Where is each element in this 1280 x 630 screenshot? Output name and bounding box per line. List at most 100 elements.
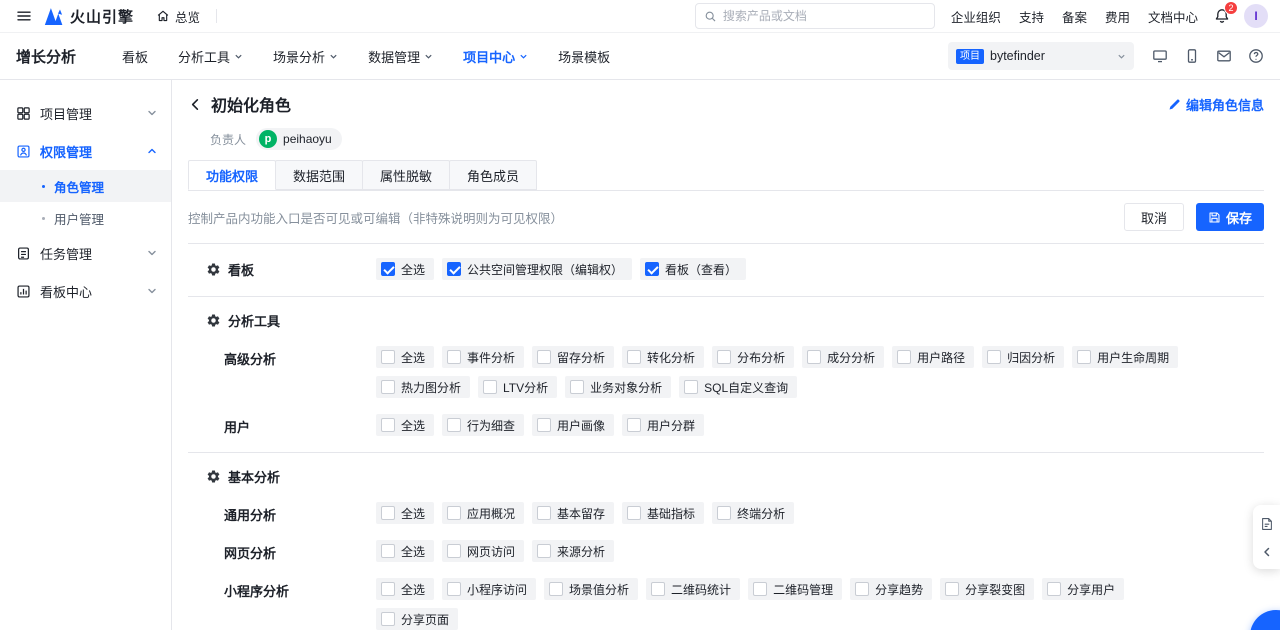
permission-checkbox[interactable]: 全选 (376, 414, 434, 436)
topbar-link[interactable]: 企业组织 (951, 7, 1001, 26)
checkbox-row: 全选 小程序访问 场景值分析 二维码统计二维码管理分享趋势分享裂变图分享用户 (376, 578, 1124, 600)
nav-item[interactable]: 场景模板 (558, 47, 610, 66)
nav-item[interactable]: 项目中心 (463, 47, 528, 66)
chart-icon (16, 284, 31, 299)
checkbox-icon (381, 380, 395, 394)
permission-checkbox[interactable]: 二维码管理 (748, 578, 842, 600)
checkbox-icon (537, 544, 551, 558)
nav-item[interactable]: 数据管理 (368, 47, 433, 66)
edit-role-link[interactable]: 编辑角色信息 (1168, 95, 1264, 114)
back-button[interactable] (188, 97, 203, 112)
user-avatar[interactable]: I (1244, 4, 1268, 28)
permission-checkbox[interactable]: 看板（查看） (640, 258, 746, 280)
permission-checkbox[interactable]: 留存分析 (532, 346, 614, 368)
tab[interactable]: 角色成员 (449, 160, 537, 190)
sidebar-subitem-label: 角色管理 (54, 177, 104, 196)
tab[interactable]: 属性脱敏 (362, 160, 450, 190)
nav-item[interactable]: 场景分析 (273, 47, 338, 66)
permission-checkbox[interactable]: 应用概况 (442, 502, 524, 524)
permission-checkbox[interactable]: 行为细查 (442, 414, 524, 436)
permission-checkbox[interactable]: 全选 (376, 578, 434, 600)
permission-checkbox[interactable]: 基本留存 (532, 502, 614, 524)
nav-item[interactable]: 看板 (122, 47, 148, 66)
tab[interactable]: 功能权限 (188, 160, 276, 190)
permission-checkbox[interactable]: 分享趋势 (850, 578, 932, 600)
permission-checkbox[interactable]: 分布分析 (712, 346, 794, 368)
permission-checkbox[interactable]: 全选 (376, 540, 434, 562)
search-input[interactable] (723, 9, 926, 23)
permission-checkbox[interactable]: 二维码统计 (646, 578, 740, 600)
volcano-engine-logo[interactable]: 火山引擎 (44, 6, 134, 27)
collapse-arrow-icon[interactable] (1262, 547, 1272, 557)
checkbox-checked-icon (447, 262, 461, 276)
permission-checkbox[interactable]: 转化分析 (622, 346, 704, 368)
permission-checkbox[interactable]: 归因分析 (982, 346, 1064, 368)
sidebar: 项目管理权限管理角色管理用户管理任务管理看板中心 (0, 80, 172, 630)
permission-checkbox-label: 用户生命周期 (1097, 349, 1169, 366)
mail-icon[interactable] (1216, 48, 1232, 64)
nav-item[interactable]: 分析工具 (178, 47, 243, 66)
cancel-button[interactable]: 取消 (1124, 203, 1184, 231)
project-selector[interactable]: 项目 bytefinder (948, 42, 1134, 70)
permission-checkbox[interactable]: 来源分析 (532, 540, 614, 562)
permission-checkbox[interactable]: 用户画像 (532, 414, 614, 436)
permission-checkbox[interactable]: 分享用户 (1042, 578, 1124, 600)
sidebar-item[interactable]: 权限管理 (0, 132, 171, 170)
mobile-icon[interactable] (1184, 48, 1200, 64)
sidebar-subitem[interactable]: 角色管理 (0, 170, 171, 202)
checkbox-row: 全选应用概况 基本留存基础指标终端分析 (376, 502, 794, 524)
navbar-icons (1152, 48, 1264, 64)
checkbox-icon (627, 418, 641, 432)
overview-link[interactable]: 总览 (156, 7, 200, 26)
permission-checkbox[interactable]: 场景值分析 (544, 578, 638, 600)
permission-checkbox[interactable]: 分享页面 (376, 608, 458, 630)
permission-checkbox[interactable]: 业务对象分析 (565, 376, 671, 398)
permission-checkbox-label: 转化分析 (647, 349, 695, 366)
topbar-link[interactable]: 文档中心 (1148, 7, 1198, 26)
display-icon[interactable] (1152, 48, 1168, 64)
checkbox-icon (537, 350, 551, 364)
permission-checkbox[interactable]: 热力图分析 (376, 376, 470, 398)
permission-checkbox-label: 场景值分析 (569, 581, 629, 598)
checkbox-icon (627, 350, 641, 364)
chevron-down-icon (147, 108, 157, 118)
tab[interactable]: 数据范围 (275, 160, 363, 190)
sidebar-item[interactable]: 任务管理 (0, 234, 171, 272)
survey-icon[interactable] (1260, 517, 1274, 531)
notification-bell-icon[interactable]: 2 (1214, 8, 1230, 24)
permission-checkbox[interactable]: 网页访问 (442, 540, 524, 562)
permission-checkbox-label: 二维码统计 (671, 581, 731, 598)
checkbox-icon (447, 544, 461, 558)
permission-checkbox[interactable]: 全选 (376, 502, 434, 524)
permission-checkbox[interactable]: 成分分析 (802, 346, 884, 368)
permission-checkbox[interactable]: 全选 (376, 346, 434, 368)
floating-toolbar (1253, 505, 1280, 569)
permission-checkbox[interactable]: SQL自定义查询 (679, 376, 797, 398)
topbar-link[interactable]: 支持 (1019, 7, 1044, 26)
permission-checkbox[interactable]: LTV分析 (478, 376, 557, 398)
permission-checkbox-label: 小程序访问 (467, 581, 527, 598)
grid-icon (16, 106, 31, 121)
permission-checkbox[interactable]: 用户路径 (892, 346, 974, 368)
sidebar-subitem[interactable]: 用户管理 (0, 202, 171, 234)
permission-checkbox[interactable]: 公共空间管理权限（编辑权） (442, 258, 632, 280)
project-name: bytefinder (990, 49, 1111, 63)
permission-checkbox[interactable]: 小程序访问 (442, 578, 536, 600)
sidebar-item[interactable]: 项目管理 (0, 94, 171, 132)
help-icon[interactable] (1248, 48, 1264, 64)
permission-checkbox[interactable]: 终端分析 (712, 502, 794, 524)
topbar-link[interactable]: 备案 (1062, 7, 1087, 26)
permission-checkbox[interactable]: 用户生命周期 (1072, 346, 1178, 368)
sidebar-item[interactable]: 看板中心 (0, 272, 171, 310)
permission-checkbox[interactable]: 基础指标 (622, 502, 704, 524)
hamburger-menu-icon[interactable] (12, 4, 36, 28)
global-search[interactable] (695, 3, 935, 29)
permission-checkbox[interactable]: 事件分析 (442, 346, 524, 368)
permission-checkbox[interactable]: 全选 (376, 258, 434, 280)
permission-checkbox[interactable]: 用户分群 (622, 414, 704, 436)
save-button[interactable]: 保存 (1196, 203, 1264, 231)
permission-checkbox[interactable]: 分享裂变图 (940, 578, 1034, 600)
topbar-link[interactable]: 费用 (1105, 7, 1130, 26)
permission-checkbox-label: 基本留存 (557, 505, 605, 522)
checkbox-icon (753, 582, 767, 596)
